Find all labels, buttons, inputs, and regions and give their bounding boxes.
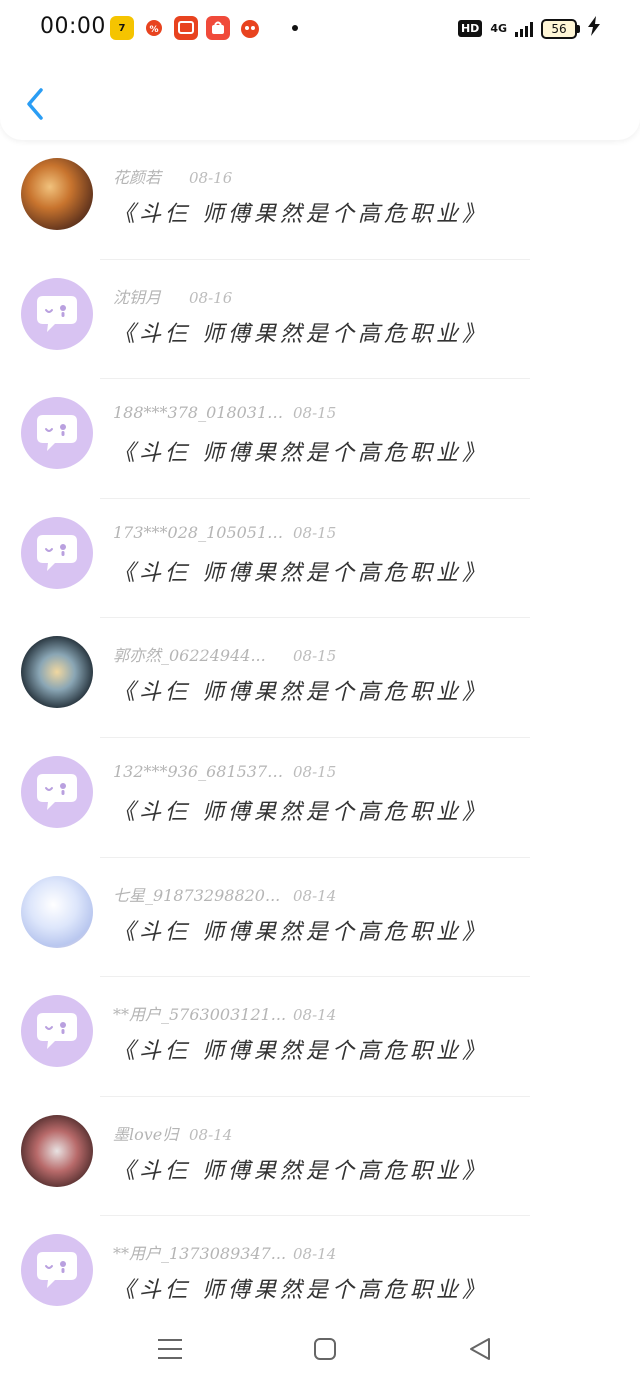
comment-date: 08-14 bbox=[293, 1245, 337, 1264]
hd-badge: HD bbox=[457, 20, 483, 37]
comment-meta: **用户_5763003121... 08-14 bbox=[113, 1001, 336, 1025]
avatar[interactable] bbox=[21, 636, 93, 709]
header: 00:00 7 % HD 4G 56 bbox=[0, 0, 640, 140]
avatar[interactable] bbox=[21, 1234, 93, 1307]
comment-date: 08-14 bbox=[189, 1125, 233, 1144]
nav-back-button[interactable] bbox=[465, 1334, 495, 1364]
game-app-icon bbox=[238, 16, 262, 40]
signal-icon bbox=[515, 21, 533, 37]
qidian-app-icon: 7 bbox=[110, 16, 134, 40]
comment-meta: 郭亦然_06224944... 08-15 bbox=[113, 642, 336, 666]
comment-date: 08-15 bbox=[293, 404, 337, 423]
back-button[interactable] bbox=[18, 84, 52, 124]
user-name[interactable]: 132***936_6815379262 bbox=[113, 762, 293, 781]
avatar[interactable] bbox=[21, 397, 93, 470]
avatar[interactable] bbox=[21, 755, 93, 828]
comment-meta: **用户_1373089347... 08-14 bbox=[113, 1240, 336, 1264]
comment-list: 花颜若 08-16 《斗仨 师傅果然是个高危职业》 沈钥月 08-16 《斗仨 师傅果然是… bbox=[0, 140, 640, 1336]
back-triangle-icon bbox=[470, 1337, 490, 1360]
comment-meta: 132***936_6815379262 08-15 bbox=[113, 762, 336, 781]
list-item[interactable]: 郭亦然_06224944... 08-15 《斗仨 师傅果然是个高危职业》 bbox=[0, 618, 640, 738]
shop-app-icon bbox=[174, 16, 198, 40]
comment-meta: 墨love归 08-14 bbox=[113, 1121, 232, 1145]
mall-app-icon bbox=[206, 16, 230, 40]
battery-level: 56 bbox=[551, 21, 567, 36]
home-square-icon bbox=[314, 1337, 336, 1360]
avatar[interactable] bbox=[21, 277, 93, 350]
comment-meta: 沈钥月 08-16 bbox=[113, 284, 232, 308]
system-nav-bar bbox=[0, 1310, 640, 1387]
battery-icon: 56 bbox=[541, 18, 580, 39]
charging-icon bbox=[588, 16, 600, 41]
chevron-left-icon bbox=[27, 88, 43, 120]
list-item[interactable]: **用户_5763003121... 08-14 《斗仨 师傅果然是个高危职业》 bbox=[0, 977, 640, 1097]
user-name[interactable]: 郭亦然_06224944... bbox=[113, 642, 293, 666]
user-name[interactable]: 188***378_0180319993 bbox=[113, 403, 293, 422]
list-item[interactable]: 沈钥月 08-16 《斗仨 师傅果然是个高危职业》 bbox=[0, 260, 640, 380]
chat-bubble-icon bbox=[37, 534, 77, 571]
comment-meta: 花颜若 08-16 bbox=[113, 164, 232, 188]
chat-bubble-icon bbox=[37, 773, 77, 810]
comment-meta: 七星_91873298820... 08-14 bbox=[113, 882, 336, 906]
book-title[interactable]: 《斗仨 师傅果然是个高危职业》 bbox=[113, 1272, 488, 1304]
avatar[interactable] bbox=[21, 158, 93, 230]
book-title[interactable]: 《斗仨 师傅果然是个高危职业》 bbox=[113, 196, 488, 228]
avatar[interactable] bbox=[21, 995, 93, 1068]
comment-date: 08-15 bbox=[293, 523, 337, 542]
status-bar: 00:00 7 % HD 4G 56 bbox=[0, 0, 640, 58]
book-title[interactable]: 《斗仨 师傅果然是个高危职业》 bbox=[113, 555, 488, 587]
status-right: HD 4G 56 bbox=[457, 16, 600, 41]
comment-date: 08-15 bbox=[293, 762, 337, 781]
discount-app-icon: % bbox=[142, 16, 166, 40]
network-label: 4G bbox=[490, 22, 507, 35]
list-item[interactable]: 132***936_6815379262 08-15 《斗仨 师傅果然是个高危职业》 bbox=[0, 738, 640, 858]
list-item[interactable]: 墨love归 08-14 《斗仨 师傅果然是个高危职业》 bbox=[0, 1097, 640, 1217]
notification-icons: 7 % bbox=[110, 16, 298, 40]
user-name[interactable]: 沈钥月 bbox=[113, 284, 189, 308]
comment-date: 08-16 bbox=[189, 169, 233, 187]
book-title[interactable]: 《斗仨 师傅果然是个高危职业》 bbox=[113, 435, 488, 467]
more-notifications-dot bbox=[292, 25, 298, 31]
user-name[interactable]: 花颜若 bbox=[113, 164, 189, 188]
comment-date: 08-16 bbox=[189, 288, 233, 307]
list-item[interactable]: 173***028_1050510647 08-15 《斗仨 师傅果然是个高危职业》 bbox=[0, 499, 640, 619]
menu-button[interactable] bbox=[155, 1334, 185, 1364]
user-name[interactable]: 七星_91873298820... bbox=[113, 882, 293, 906]
list-item[interactable]: 七星_91873298820... 08-14 《斗仨 师傅果然是个高危职业》 bbox=[0, 858, 640, 978]
chat-bubble-icon bbox=[37, 415, 77, 452]
user-name[interactable]: **用户_1373089347... bbox=[113, 1240, 293, 1264]
comment-date: 08-14 bbox=[293, 886, 337, 905]
user-name[interactable]: 墨love归 bbox=[113, 1121, 189, 1145]
book-title[interactable]: 《斗仨 师傅果然是个高危职业》 bbox=[113, 1153, 488, 1185]
comment-meta: 188***378_0180319993 08-15 bbox=[113, 403, 336, 422]
list-item[interactable]: 花颜若 08-16 《斗仨 师傅果然是个高危职业》 bbox=[0, 140, 640, 260]
book-title[interactable]: 《斗仨 师傅果然是个高危职业》 bbox=[113, 914, 488, 946]
comment-meta: 173***028_1050510647 08-15 bbox=[113, 523, 336, 542]
user-name[interactable]: 173***028_1050510647 bbox=[113, 523, 293, 542]
avatar[interactable] bbox=[21, 516, 93, 589]
user-name[interactable]: **用户_5763003121... bbox=[113, 1001, 293, 1025]
avatar[interactable] bbox=[21, 875, 93, 948]
book-title[interactable]: 《斗仨 师傅果然是个高危职业》 bbox=[113, 794, 488, 826]
status-time: 00:00 bbox=[40, 14, 106, 39]
avatar[interactable] bbox=[21, 1114, 93, 1187]
book-title[interactable]: 《斗仨 师傅果然是个高危职业》 bbox=[113, 674, 488, 706]
home-button[interactable] bbox=[310, 1334, 340, 1364]
chat-bubble-icon bbox=[37, 295, 77, 332]
book-title[interactable]: 《斗仨 师傅果然是个高危职业》 bbox=[113, 316, 488, 348]
comment-date: 08-14 bbox=[293, 1006, 337, 1025]
menu-icon bbox=[158, 1338, 182, 1359]
svg-text:%: % bbox=[149, 25, 158, 35]
book-title[interactable]: 《斗仨 师傅果然是个高危职业》 bbox=[113, 1033, 488, 1065]
comment-date: 08-15 bbox=[293, 647, 337, 666]
chat-bubble-icon bbox=[37, 1013, 77, 1050]
chat-bubble-icon bbox=[37, 1252, 77, 1289]
list-item[interactable]: 188***378_0180319993 08-15 《斗仨 师傅果然是个高危职业》 bbox=[0, 379, 640, 499]
